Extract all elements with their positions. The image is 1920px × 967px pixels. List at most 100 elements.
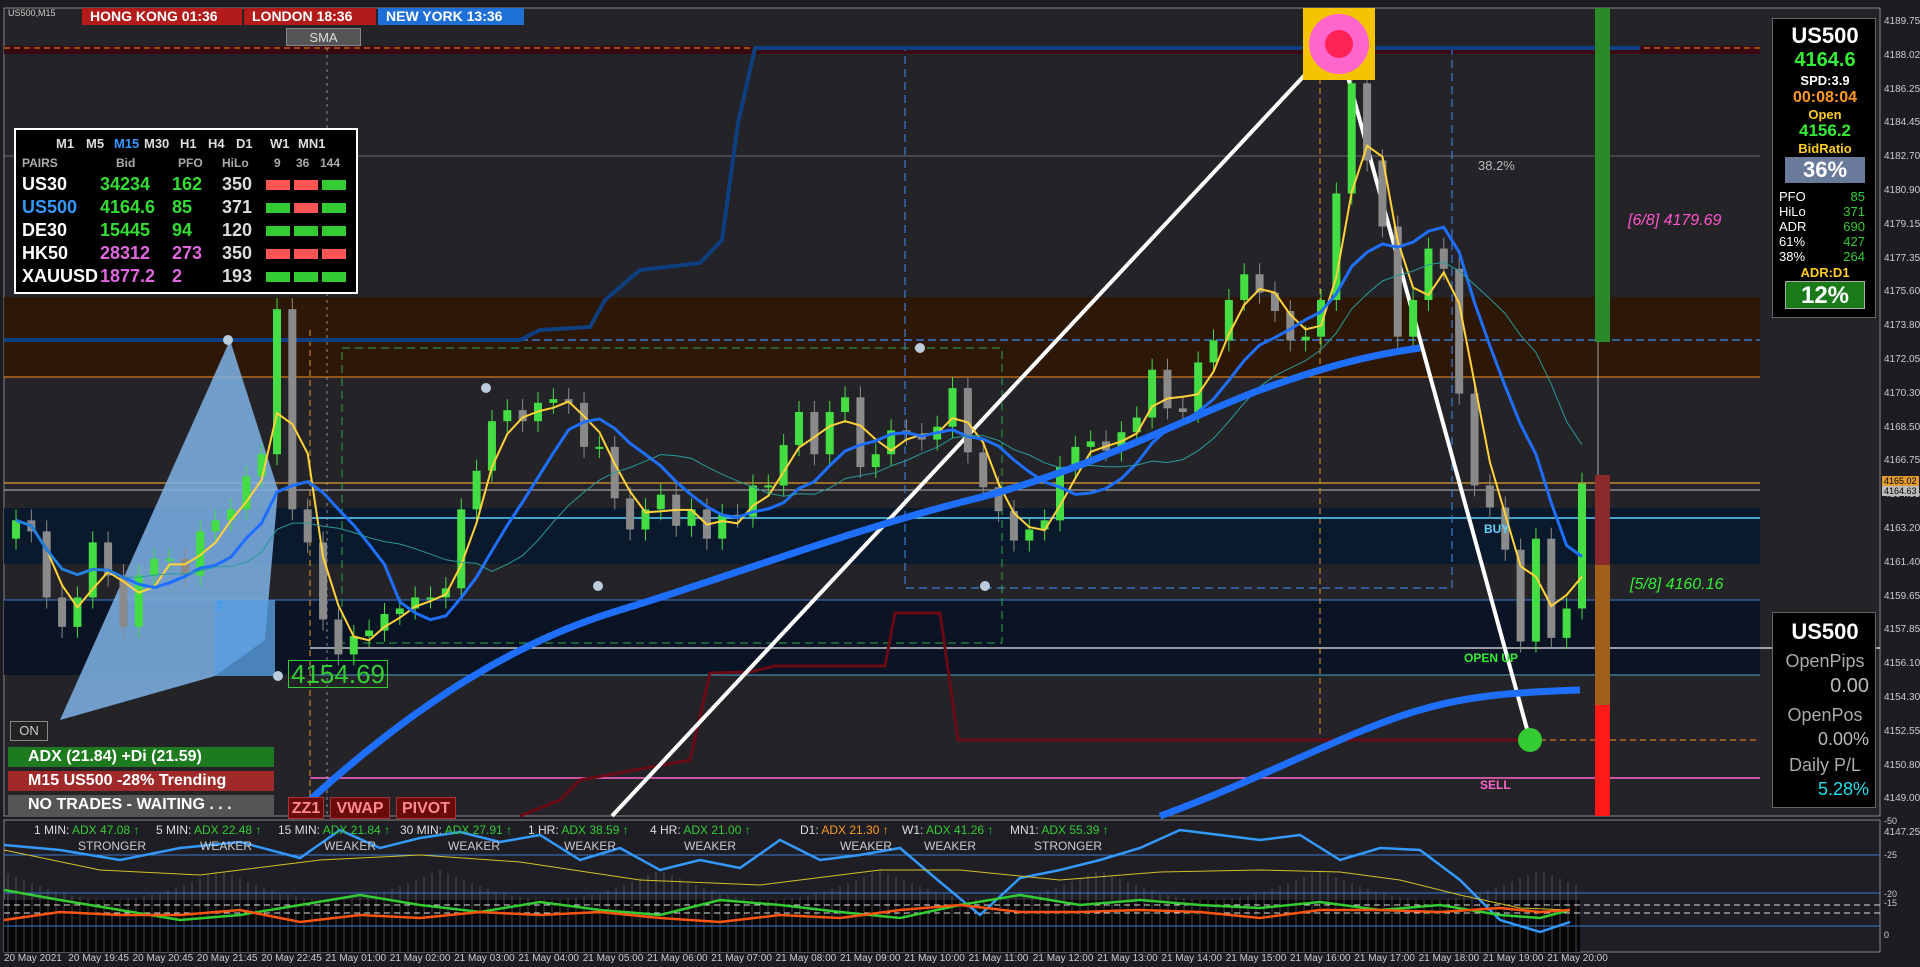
price-marker: 4164.63 <box>1882 486 1919 496</box>
price-tick: 4179.15 <box>1884 218 1920 230</box>
time-tick: 21 May 05:00 <box>582 953 644 964</box>
zz1-button[interactable]: ZZ1 <box>288 797 324 819</box>
stat-label: HiLo <box>1779 204 1806 219</box>
time-tick: 21 May 06:00 <box>647 953 708 964</box>
adx-tf: 5 MIN: <box>156 823 192 837</box>
tf-m5[interactable]: M5 <box>86 136 104 151</box>
time-tick: 21 May 13:00 <box>1097 953 1158 964</box>
tf-w1[interactable]: W1 <box>270 136 290 151</box>
on-button[interactable]: ON <box>10 721 48 741</box>
pair-hilo: 193 <box>222 266 253 286</box>
adx-state: STRONGER <box>78 839 147 853</box>
vwap-button[interactable]: VWAP <box>330 797 390 819</box>
trend-bar <box>266 180 290 190</box>
trend-bar <box>266 203 290 213</box>
arrow-up-icon: ↑ <box>380 823 391 837</box>
candle-body <box>1086 441 1095 447</box>
sma-button[interactable]: SMA <box>286 28 361 46</box>
price-tick: 4157.85 <box>1884 624 1920 636</box>
tf-h4[interactable]: H4 <box>208 136 225 151</box>
tf-d1[interactable]: D1 <box>236 136 253 151</box>
fib-38-label: 38.2% <box>1478 158 1515 173</box>
arrow-up-icon: ↑ <box>1099 823 1109 837</box>
adr-value: 12% <box>1785 281 1865 309</box>
trend-bars <box>266 272 350 282</box>
pair-name[interactable]: XAUUSD <box>22 266 98 287</box>
adx-axis-tick: -15 <box>1884 898 1898 908</box>
adx-state: WEAKER <box>684 839 737 853</box>
candle-body <box>810 412 819 455</box>
adx-value: ADX 22.48 <box>194 823 253 837</box>
time-tick: 20 May 22:45 <box>261 953 322 964</box>
pivot-button[interactable]: PIVOT <box>396 797 456 819</box>
pair-name[interactable]: HK50 <box>22 243 68 264</box>
adx-tf: 4 HR: <box>650 823 681 837</box>
open-pips-value: 0.00 <box>1830 675 1869 697</box>
pair-name[interactable]: DE30 <box>22 220 67 241</box>
header-9: 9 <box>274 156 281 170</box>
tf-h1[interactable]: H1 <box>180 136 197 151</box>
sell-label: SELL <box>1480 778 1511 792</box>
pair-hilo: 120 <box>222 220 253 240</box>
stat-label: 38% <box>1779 249 1806 264</box>
candle-body <box>764 485 773 488</box>
adx-tf: 1 HR: <box>528 823 559 837</box>
candle-body <box>626 498 635 530</box>
adx-value: ADX 21.84 <box>322 823 381 837</box>
tf-m30[interactable]: M30 <box>144 136 169 151</box>
adx-tf: 1 MIN: <box>34 823 70 837</box>
pair-pfo: 94 <box>172 220 193 240</box>
pair-pfo: 162 <box>172 174 203 194</box>
stat-value: 690 <box>1843 219 1865 234</box>
adx-value: ADX 21.00 <box>683 823 742 837</box>
stat-label: PFO <box>1779 189 1806 204</box>
pair-bid: 4164.6 <box>100 197 156 217</box>
trend-bar <box>322 203 346 213</box>
candle-body <box>1531 538 1540 642</box>
tf-m15[interactable]: M15 <box>114 136 139 151</box>
price-tick: 4177.35 <box>1884 252 1920 264</box>
candle-body <box>150 558 159 576</box>
account-panel: US500 OpenPips 0.00 OpenPos 0.00% Daily … <box>1772 612 1876 808</box>
open-pips-label: OpenPips <box>1785 651 1865 671</box>
price-tick: 4170.30 <box>1884 387 1920 399</box>
pair-row: US30 34234 162 350 <box>16 174 356 196</box>
header-hilo: HiLo <box>222 156 249 170</box>
stat-label: 61% <box>1779 234 1806 249</box>
time-tick: 20 May 20:45 <box>132 953 194 964</box>
trend-bar <box>294 203 318 213</box>
pair-bid: 34234 <box>100 174 151 194</box>
time-tick: 21 May 09:00 <box>839 953 901 964</box>
price-tick: 4147.25 <box>1884 827 1920 839</box>
time-tick: 21 May 16:00 <box>1290 953 1351 964</box>
adx-tf-label: 15 MIN: ADX 21.84 ↑ <box>278 823 390 837</box>
arrow-up-icon: ↑ <box>252 823 262 837</box>
account-symbol: US500 <box>1791 619 1859 644</box>
candle-body <box>1025 529 1034 541</box>
time-tick: 21 May 01:00 <box>325 953 387 964</box>
pair-name[interactable]: US500 <box>22 197 77 218</box>
adx-tf: MN1: <box>1010 823 1039 837</box>
adx-tf-label: MN1: ADX 55.39 ↑ <box>1010 823 1109 837</box>
adx-tf-label: 30 MIN: ADX 27.91 ↑ <box>400 823 512 837</box>
time-tick: 20 May 2021 <box>4 953 62 964</box>
pair-name[interactable]: US30 <box>22 174 67 195</box>
price-tick: 4154.30 <box>1884 692 1920 703</box>
adx-tf: 30 MIN: <box>400 823 443 837</box>
adx-tf-label: 4 HR: ADX 21.00 ↑ <box>650 823 751 837</box>
trend-bar <box>322 180 346 190</box>
adx-value: ADX 47.08 <box>72 823 131 837</box>
header-bid: Bid <box>116 156 136 170</box>
header-pfo: PFO <box>178 156 203 170</box>
time-tick: 21 May 14:00 <box>1161 953 1222 964</box>
time-tick: 21 May 03:00 <box>454 953 515 964</box>
arrow-up-icon: ↑ <box>879 823 889 837</box>
tf-mn1[interactable]: MN1 <box>298 136 325 151</box>
trend-bar <box>294 180 318 190</box>
session-hong-kong: HONG KONG 01:36 <box>82 8 242 25</box>
trend-bar <box>322 249 346 259</box>
trend-bar <box>266 272 290 282</box>
time-tick: 21 May 20:00 <box>1547 953 1608 964</box>
tf-m1[interactable]: M1 <box>56 136 74 151</box>
price-tick: 4189.75 <box>1884 16 1920 27</box>
